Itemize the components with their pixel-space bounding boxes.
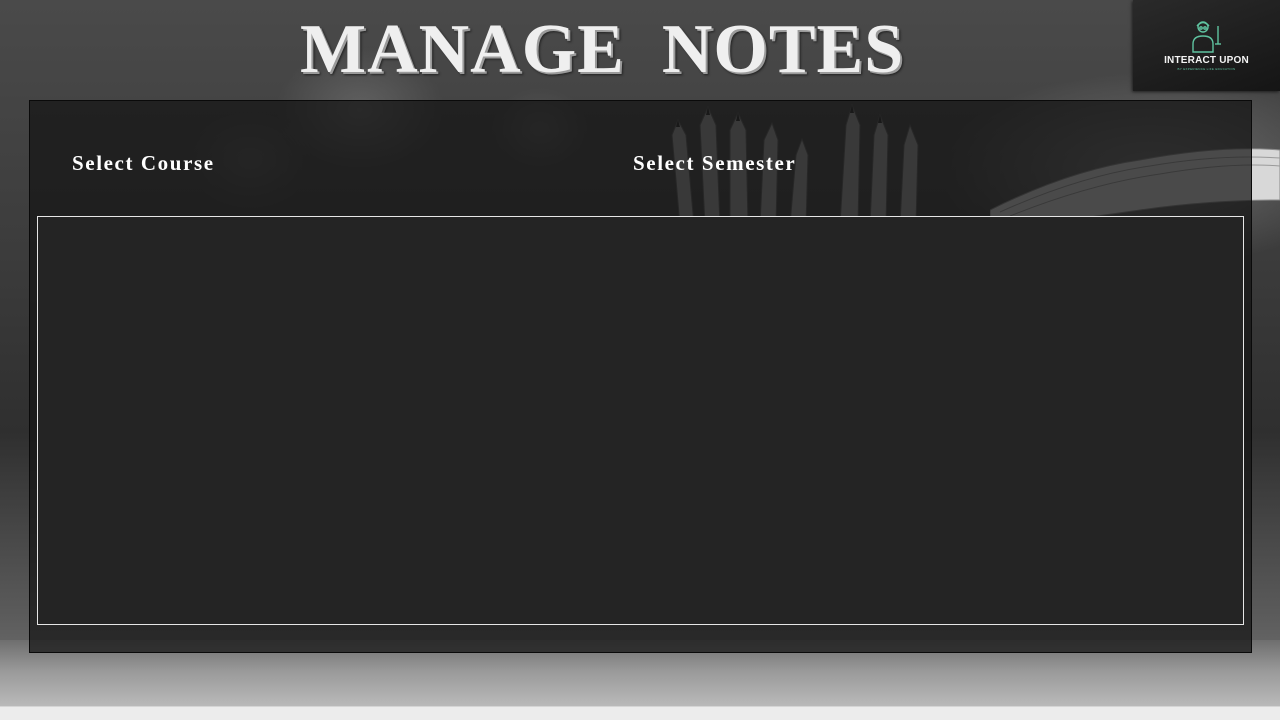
teacher-icon [1192, 21, 1221, 53]
app-window: MANAGE NOTES INTERACT UPON BY EXPERIENCE… [0, 0, 1280, 720]
page-title: MANAGE NOTES [300, 11, 905, 88]
brand-tagline: BY EXPERIENCE LIFE EDUCATION [1177, 67, 1236, 71]
notes-list-area[interactable] [37, 216, 1244, 625]
manage-notes-panel: Select Course Select Semester [29, 100, 1252, 653]
select-semester-dropdown[interactable]: Select Semester [633, 151, 796, 176]
bottom-bar [0, 706, 1280, 720]
brand-logo[interactable]: INTERACT UPON BY EXPERIENCE LIFE EDUCATI… [1133, 0, 1280, 91]
select-course-dropdown[interactable]: Select Course [72, 151, 215, 176]
brand-name: INTERACT UPON [1164, 55, 1249, 66]
